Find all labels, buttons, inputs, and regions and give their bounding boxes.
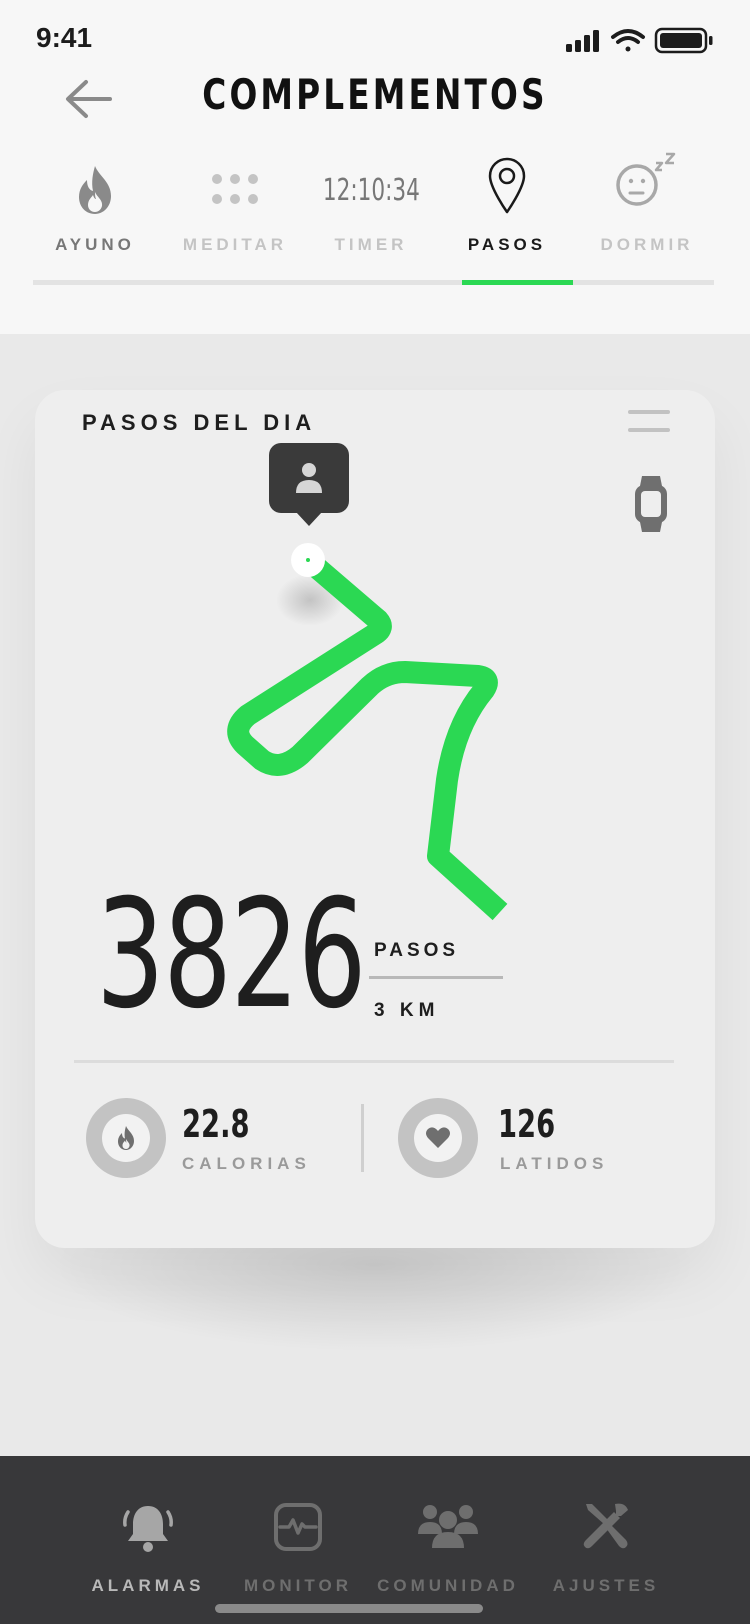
card-divider bbox=[74, 1060, 674, 1063]
heart-icon bbox=[426, 1127, 450, 1148]
nav-comunidad[interactable]: COMUNIDAD bbox=[368, 1500, 528, 1600]
heart-rate-label: LATIDOS bbox=[500, 1154, 609, 1173]
steps-unit: PASOS bbox=[374, 940, 460, 961]
calories-value: 22.8 bbox=[182, 1102, 250, 1146]
nav-label: COMUNIDAD bbox=[377, 1576, 519, 1595]
distance-value: 3 KM bbox=[374, 1000, 440, 1021]
bell-icon bbox=[123, 1506, 173, 1552]
flame-icon bbox=[118, 1126, 134, 1150]
nav-label: MONITOR bbox=[244, 1576, 352, 1595]
monitor-icon bbox=[274, 1503, 322, 1551]
route-map bbox=[227, 443, 508, 921]
home-indicator bbox=[215, 1604, 483, 1613]
nav-label: ALARMAS bbox=[91, 1576, 205, 1595]
nav-alarmas[interactable]: ALARMAS bbox=[68, 1500, 228, 1600]
nav-ajustes[interactable]: AJUSTES bbox=[526, 1500, 686, 1600]
user-pin bbox=[269, 443, 349, 526]
calories-badge bbox=[86, 1098, 166, 1178]
tools-icon bbox=[583, 1503, 628, 1549]
stats-separator bbox=[361, 1104, 364, 1172]
steps-count: 3826 bbox=[96, 868, 367, 1042]
nav-label: AJUSTES bbox=[552, 1576, 660, 1595]
heart-rate-badge bbox=[398, 1098, 478, 1178]
community-icon bbox=[418, 1505, 478, 1548]
calories-label: CALORIAS bbox=[182, 1154, 311, 1173]
steps-divider bbox=[369, 976, 503, 979]
nav-monitor[interactable]: MONITOR bbox=[218, 1500, 378, 1600]
route-path bbox=[227, 551, 508, 921]
heart-rate-value: 126 bbox=[498, 1102, 556, 1146]
